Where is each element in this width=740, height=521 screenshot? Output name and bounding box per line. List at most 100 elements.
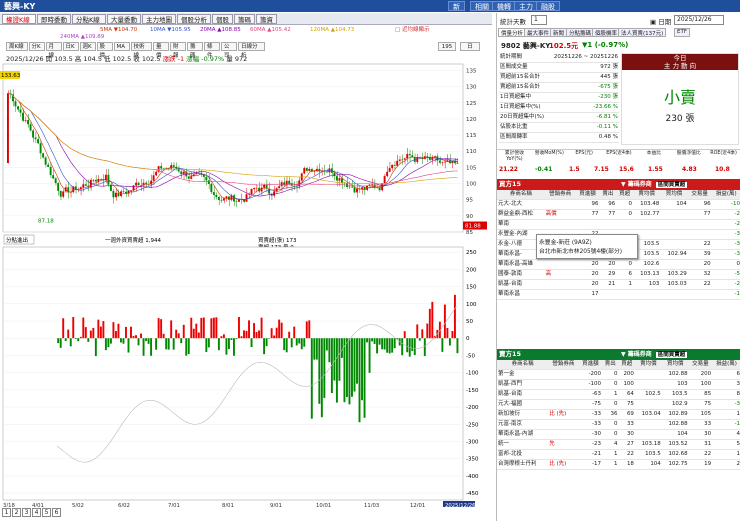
buy-row[interactable]: 華南永昌 17 -1 xyxy=(497,289,740,300)
left-tab-8[interactable]: 籌資 xyxy=(256,14,277,24)
buy-row[interactable]: 群益金鼎-西松 高價 77 77 0 102.77 77 -2 xyxy=(497,209,740,220)
sell-row[interactable]: 元富-南京 -33 0 33 102.88 33 -1 xyxy=(497,419,740,430)
sell-cell: 104 xyxy=(661,429,689,440)
buy-row[interactable]: 元大-北大 96 96 0 103.48 104 96 -10 xyxy=(497,199,740,210)
title-tab-4[interactable]: 融股 xyxy=(536,1,560,11)
page-4[interactable]: 4 xyxy=(32,508,41,517)
chart-tool-10[interactable]: 籌碼 xyxy=(187,42,203,59)
flow-bar xyxy=(338,338,341,381)
flow-bar xyxy=(220,336,223,339)
left-tab-0[interactable]: 權證K線 xyxy=(2,14,36,24)
right-tab-0[interactable]: 價量分析 xyxy=(498,28,527,37)
buy-row[interactable]: 國泰-敦南高 20 29 6 103.13 103.29 32 -5 xyxy=(497,269,740,280)
buy-cell: 國泰-敦南 xyxy=(497,269,545,280)
chart-tool-5[interactable]: 股價 xyxy=(96,42,113,59)
sell-row[interactable]: 第一金 -200 0 200 102.88 200 6 xyxy=(497,369,740,380)
stat-label: 賣超前15名合計 xyxy=(499,82,549,93)
sell-row[interactable]: 富邦-北投 -21 1 22 103.5 102.68 22 1 xyxy=(497,449,740,460)
candle-body xyxy=(137,182,140,186)
chart-tool-6[interactable]: MA xyxy=(113,42,130,51)
left-tab-7[interactable]: 籌碼 xyxy=(234,14,255,24)
right-tab-4[interactable]: 個股機率 xyxy=(592,28,621,37)
page-1[interactable]: 1 xyxy=(2,508,11,517)
ma-toggle[interactable]: □ 近均線顯示 xyxy=(395,27,429,34)
chart-tool-13[interactable]: 日線分析 xyxy=(238,42,265,59)
right-tab-6[interactable]: ETF xyxy=(674,28,690,37)
chart-tool-4[interactable]: 週K xyxy=(79,42,96,51)
today-l2: 主 力 動 向 xyxy=(622,62,738,70)
stat-label: 佔股本比重 xyxy=(499,122,549,133)
flow-bar xyxy=(376,338,379,354)
chart-tool-2[interactable]: 月線 xyxy=(45,42,62,59)
right-tab-2[interactable]: 新聞 xyxy=(550,28,568,37)
left-tab-5[interactable]: 個股分析 xyxy=(177,14,211,24)
sell-row[interactable]: 華南永昌-內湖 -30 0 30 104 30 4 xyxy=(497,429,740,440)
chart-tool-7[interactable]: 技術線 xyxy=(130,42,152,59)
sell-row[interactable]: 元大-福國 -75 0 75 102.9 75 -3 xyxy=(497,399,740,410)
buy-cell: 29 xyxy=(599,269,617,280)
title-tab-3[interactable]: 主力 xyxy=(514,1,538,11)
sell-header: 賣方15 ▼ 籌碼券商 區間買賣超 xyxy=(497,349,740,360)
flow-bar xyxy=(127,338,130,353)
sell-sel2[interactable]: 區間買賣超 xyxy=(655,352,688,358)
sell-cell: 1 xyxy=(602,449,619,460)
flow-bar xyxy=(358,338,361,423)
sub-legend: 一週外資買賣超 1,944 xyxy=(105,236,161,244)
left-tab-2[interactable]: 分點K線 xyxy=(72,14,106,24)
buy-row[interactable]: 凱基-台南 20 21 1 103 103.03 22 -2 xyxy=(497,279,740,290)
chart-tool-9[interactable]: 財報 xyxy=(170,42,186,59)
chart-tool-12[interactable]: 公司 xyxy=(221,42,237,59)
chart-mode-select[interactable]: 日 xyxy=(460,42,480,51)
sell-row[interactable]: 凱基-台南 -63 1 64 102.5 103.5 85 8 xyxy=(497,389,740,400)
buy-row[interactable]: 華南永昌-高雄 20 20 0 102.6 20 0 xyxy=(497,259,740,270)
chart-area[interactable]: 135 130 125 120 115 110 105 100 95 90 85 133.63 87.1… xyxy=(0,52,492,507)
chart-tool-3[interactable]: 日K xyxy=(62,42,79,51)
left-tab-3[interactable]: 大量委動 xyxy=(107,14,141,24)
chart-tool-0[interactable]: 周K線 xyxy=(6,42,28,51)
flow-bar xyxy=(155,338,158,350)
sell-cell: -1 xyxy=(712,419,740,430)
sell-row[interactable]: 統一先 -23 4 27 103.18 103.52 31 5 xyxy=(497,439,740,450)
candle-body xyxy=(59,190,62,197)
days-select[interactable]: 1 xyxy=(531,15,547,25)
page-5[interactable]: 5 xyxy=(42,508,51,517)
fund-val-1: -0.41 xyxy=(535,166,553,173)
sell-cell: 30 xyxy=(618,429,635,440)
sell-sel[interactable]: ▼ 籌碼券商 xyxy=(621,351,652,358)
buy-sel2[interactable]: 區間買賣超 xyxy=(655,182,688,188)
candle-body xyxy=(438,160,441,163)
page-3[interactable]: 3 xyxy=(22,508,31,517)
chart-tool-1[interactable]: 分K xyxy=(28,42,45,51)
flow-bar xyxy=(441,338,444,352)
period-select[interactable]: 195 xyxy=(438,42,456,51)
candle-body xyxy=(416,157,419,162)
right-tab-1[interactable]: 最大事件 xyxy=(524,28,553,37)
buy-row[interactable]: 華南 -2 xyxy=(497,219,740,230)
right-tab-3[interactable]: 分點籌碼 xyxy=(566,28,595,37)
candle-body xyxy=(14,101,17,107)
flow-bar xyxy=(197,332,200,339)
left-tab-6[interactable]: 個股 xyxy=(212,14,233,24)
right-tab-5[interactable]: 法人買賣(137元) xyxy=(618,28,667,37)
sell-cell: 103 xyxy=(661,379,689,390)
flow-bar xyxy=(57,338,60,344)
title-tab-0[interactable]: 新 xyxy=(448,1,465,11)
left-tab-4[interactable]: 主力地圖 xyxy=(142,14,176,24)
left-tab-1[interactable]: 即時委動 xyxy=(37,14,71,24)
page-2[interactable]: 2 xyxy=(12,508,21,517)
sell-row[interactable]: 台灣摩根士丹利比 (先) -17 1 18 104 102.75 19 2 xyxy=(497,459,740,470)
page-6[interactable]: 6 xyxy=(52,508,61,517)
chart-tool-11[interactable]: 條件 xyxy=(204,42,220,59)
candle-body xyxy=(283,182,286,186)
buy-sel[interactable]: ▼ 籌碼券商 xyxy=(621,181,652,188)
title-tab-1[interactable]: 相關 xyxy=(470,1,494,11)
sell-row[interactable]: 新加坡衍比 (先) -33 36 69 103.04 102.89 105 1 xyxy=(497,409,740,420)
candle-body xyxy=(94,179,97,182)
candle-body xyxy=(19,109,22,113)
date-input[interactable]: 2025/12/26 xyxy=(674,15,724,25)
title-tab-2[interactable]: 機轉 xyxy=(492,1,516,11)
x-tick-0: 3/18 xyxy=(3,503,16,507)
chart-tool-8[interactable]: 量價 xyxy=(153,42,169,59)
sell-cell: 75 xyxy=(618,399,635,410)
sell-row[interactable]: 凱基-西門 -100 0 100 103 100 3 xyxy=(497,379,740,390)
